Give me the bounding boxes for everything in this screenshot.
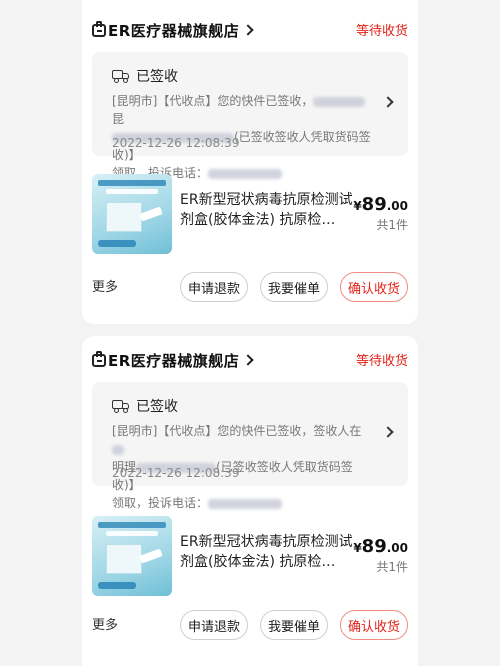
refund-button[interactable]: 申请退款 (180, 272, 248, 302)
shop-name[interactable]: ER医疗器械旗舰店 (108, 350, 239, 371)
chevron-right-icon[interactable] (382, 426, 394, 438)
product-name[interactable]: ER新型冠状病毒抗原检测试剂盒(胶体金法) 抗原检… (180, 532, 360, 572)
order-status: 等待收货 (355, 354, 408, 369)
product-price: ¥89.00 (353, 536, 408, 557)
action-bar: 更多 申请退款 我要催单 确认收货 (92, 610, 408, 640)
product-item[interactable]: ER新型冠状病毒抗原检测试剂盒(胶体金法) 抗原检… ¥89.00 共1件 (92, 516, 408, 596)
shop-name[interactable]: ER医疗器械旗舰店 (108, 20, 239, 41)
truck-icon (112, 399, 130, 413)
product-thumbnail[interactable] (92, 174, 172, 254)
product-item[interactable]: ER新型冠状病毒抗原检测试剂盒(胶体金法) 抗原检… ¥89.00 共1件 (92, 174, 408, 254)
urge-order-button[interactable]: 我要催单 (260, 610, 328, 640)
product-name[interactable]: ER新型冠状病毒抗原检测试剂盒(胶体金法) 抗原检… (180, 190, 360, 230)
truck-icon (112, 69, 130, 83)
logistics-time: 2022-12-26 12:08:39 (112, 466, 240, 480)
product-quantity: 共1件 (376, 218, 408, 232)
confirm-receipt-button[interactable]: 确认收货 (340, 272, 408, 302)
shop-header[interactable]: ER医疗器械旗舰店 等待收货 (92, 18, 408, 42)
product-thumbnail[interactable] (92, 516, 172, 596)
more-button[interactable]: 更多 (92, 276, 118, 295)
logistics-panel[interactable]: 已签收 [昆明市]【代收点】您的快件已签收，昆 (已签收签收人凭取货码签收)】 … (92, 52, 408, 180)
action-bar: 更多 申请退款 我要催单 确认收货 (92, 272, 408, 302)
shop-header[interactable]: ER医疗器械旗舰店 等待收货 (92, 348, 408, 372)
chevron-right-icon[interactable] (242, 24, 254, 36)
logistics-status: 已签收 (136, 69, 178, 85)
chevron-right-icon[interactable] (242, 354, 254, 366)
product-price: ¥89.00 (353, 194, 408, 215)
refund-button[interactable]: 申请退款 (180, 610, 248, 640)
more-button[interactable]: 更多 (92, 614, 118, 633)
shop-icon (92, 350, 106, 367)
order-card: ER医疗器械旗舰店 等待收货 已签收 [昆明市]【代收点】您的快件已签收，签收人… (82, 336, 418, 666)
order-status: 等待收货 (355, 24, 408, 39)
logistics-status: 已签收 (136, 399, 178, 415)
logistics-panel[interactable]: 已签收 [昆明市]【代收点】您的快件已签收，签收人在 明理 (已签收签收人凭取货码… (92, 382, 408, 510)
urge-order-button[interactable]: 我要催单 (260, 272, 328, 302)
order-card: ER医疗器械旗舰店 等待收货 已签收 [昆明市]【代收点】您的快件已签收，昆 (… (82, 0, 418, 324)
shop-icon (92, 20, 106, 37)
product-quantity: 共1件 (376, 560, 408, 574)
confirm-receipt-button[interactable]: 确认收货 (340, 610, 408, 640)
logistics-time: 2022-12-26 12:08:39 (112, 136, 240, 150)
chevron-right-icon[interactable] (382, 96, 394, 108)
